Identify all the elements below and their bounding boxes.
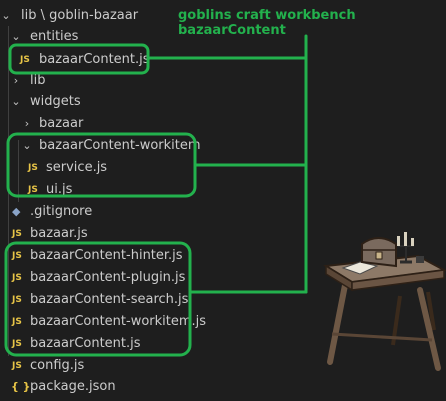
highlight-box-workitem-folder: [6, 132, 197, 198]
workbench-illustration: [322, 232, 446, 371]
annotation-overlay: [4, 34, 446, 371]
highlight-box-root-files: [4, 241, 192, 357]
highlight-box-entities: [8, 43, 150, 75]
